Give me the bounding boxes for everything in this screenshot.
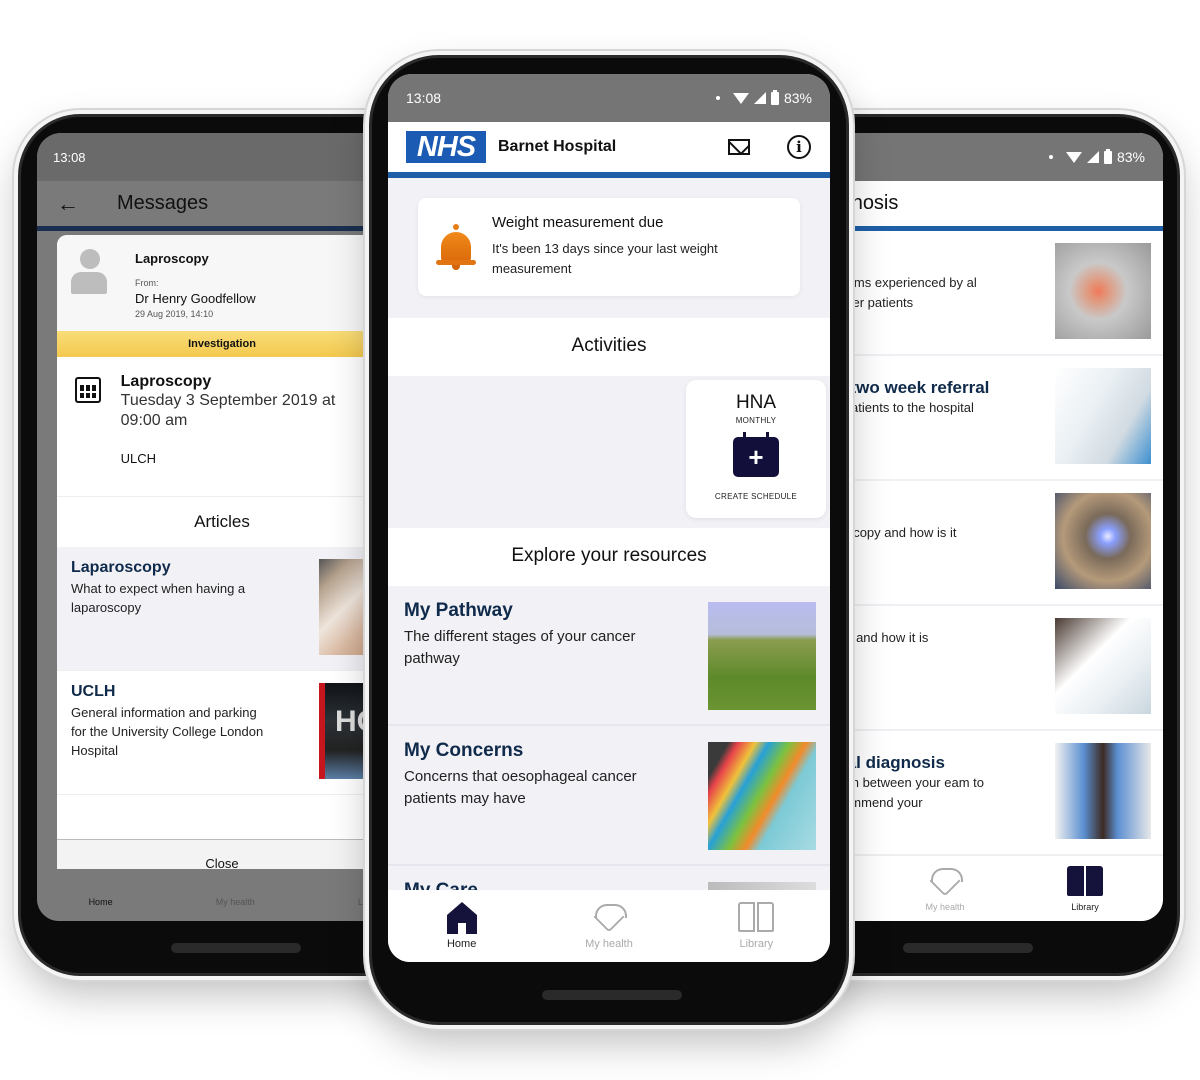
battery-level: 83%: [1116, 149, 1145, 165]
notification-dot-icon: [1048, 155, 1053, 159]
home-indicator: [171, 943, 301, 953]
activities-heading: Activities: [388, 318, 830, 376]
signal-icon: [1086, 151, 1099, 163]
envelope-icon: [728, 139, 750, 155]
resource-item-my-pathway[interactable]: My Pathway The different stages of your …: [388, 586, 830, 726]
reminder-body: It's been 13 days since your last weight…: [492, 241, 718, 276]
item-description: opsy and how it is: [825, 630, 929, 645]
reminder-card[interactable]: Weight measurement due It's been 13 days…: [418, 198, 800, 296]
appointment-location: ULCH: [120, 451, 157, 466]
back-arrow-icon[interactable]: ←: [57, 191, 79, 217]
nav-home[interactable]: Home: [407, 902, 517, 950]
articles-heading: Articles: [194, 512, 250, 531]
status-bar: 13:08 83%: [388, 74, 830, 122]
wifi-icon: [1065, 151, 1082, 163]
nav-my-health[interactable]: My health: [554, 902, 664, 950]
nav-library[interactable]: Library: [1055, 866, 1115, 921]
messages-button[interactable]: [726, 134, 752, 160]
item-description: mptoms experienced by al cancer patients: [825, 275, 977, 310]
status-time: 13:08: [53, 149, 86, 165]
center-phone-device: 13:08 83% NHS Barnet Hospital i Weight m…: [369, 55, 849, 1025]
home-indicator: [903, 943, 1033, 953]
item-title: ns: [825, 253, 995, 273]
bottom-nav: Home My health Library: [388, 890, 830, 962]
home-indicator: [542, 990, 682, 1000]
nhs-logo: NHS: [406, 131, 486, 163]
appointment-datetime: Tuesday 3 September 2019 at 09:00 am: [120, 392, 336, 429]
item-title: rmal diagnosis: [825, 753, 945, 772]
calendar-add-icon: +: [733, 432, 779, 477]
resource-title: My Pathway: [404, 600, 513, 621]
hand-heart-icon: [927, 866, 963, 898]
nav-library[interactable]: Library: [701, 902, 811, 950]
battery-level: 83%: [783, 90, 812, 106]
info-icon: i: [787, 135, 811, 159]
hand-heart-icon: [591, 902, 627, 934]
hospital-name: Barnet Hospital: [498, 138, 617, 155]
wifi-icon: [732, 92, 749, 104]
activity-frequency: MONTHLY: [735, 416, 777, 425]
activities-list: HNA MONTHLY + CREATE SCHEDULE: [388, 376, 830, 528]
item-description: ndoscopy and how is it: [825, 525, 957, 540]
resource-title: My Concerns: [404, 740, 524, 761]
book-icon: [1066, 866, 1104, 898]
resource-description: The different stages of your cancer path…: [404, 628, 636, 667]
message-header: Laproscopy From: Dr Henry Goodfellow 29 …: [57, 235, 387, 331]
create-schedule-button[interactable]: CREATE SCHEDULE: [686, 492, 826, 501]
resources-heading: Explore your resources: [388, 528, 830, 586]
item-thumbnail: [1055, 618, 1151, 714]
status-time: 13:08: [406, 90, 442, 106]
reminder-title: Weight measurement due: [492, 214, 664, 231]
message-date: 29 Aug 2019, 14:10: [135, 309, 214, 319]
battery-icon: [770, 89, 779, 105]
resource-thumbnail: [708, 602, 816, 710]
item-description: g with between your eam to recommend you…: [825, 775, 984, 810]
resource-item-my-concerns[interactable]: My Concerns Concerns that oesophageal ca…: [388, 726, 830, 866]
article-item[interactable]: UCLH General information and parking for…: [57, 671, 387, 795]
page-title: Messages: [117, 192, 209, 214]
resource-description: Concerns that oesophageal cancer patient…: [404, 768, 637, 807]
item-thumbnail: [1055, 493, 1151, 589]
item-thumbnail: [1055, 368, 1151, 464]
from-label: From:: [135, 278, 159, 288]
signal-icon: [753, 92, 766, 104]
book-icon: [737, 902, 775, 934]
article-title: Laparoscopy: [71, 559, 171, 576]
article-item[interactable]: Laparoscopy What to expect when having a…: [57, 547, 387, 671]
bell-icon: [436, 224, 476, 280]
activity-card-hna[interactable]: HNA MONTHLY + CREATE SCHEDULE: [686, 380, 826, 518]
resource-thumbnail: [708, 742, 816, 850]
message-dialog: Laproscopy From: Dr Henry Goodfellow 29 …: [57, 235, 387, 887]
article-title: UCLH: [71, 683, 116, 700]
sender-name: Dr Henry Goodfellow: [135, 291, 256, 306]
nav-home[interactable]: Home: [89, 897, 113, 921]
battery-icon: [1103, 148, 1112, 164]
message-subject: Laproscopy: [135, 251, 209, 266]
category-badge: Investigation: [57, 331, 387, 357]
item-title: nd two week referral: [825, 378, 990, 397]
item-thumbnail: [1055, 743, 1151, 839]
nav-my-health[interactable]: My health: [915, 866, 975, 921]
info-button[interactable]: i: [786, 134, 812, 160]
item-title: py: [825, 503, 995, 523]
calendar-icon: [75, 377, 101, 403]
center-phone-screen: 13:08 83% NHS Barnet Hospital i Weight m…: [388, 74, 830, 962]
appointment-details: Laproscopy Tuesday 3 September 2019 at 0…: [57, 357, 387, 497]
nav-my-health[interactable]: My health: [216, 897, 255, 921]
app-header: NHS Barnet Hospital i: [388, 122, 830, 178]
notification-dot-icon: [715, 96, 720, 100]
item-thumbnail: [1055, 243, 1151, 339]
article-description: General information and parking for the …: [71, 705, 264, 758]
home-icon: [446, 902, 477, 934]
article-description: What to expect when having a laparoscopy: [71, 581, 246, 615]
doctor-avatar-icon: [71, 249, 109, 297]
item-description: fer patients to the hospital: [825, 400, 974, 415]
activity-title: HNA: [735, 392, 777, 413]
appointment-title: Laproscopy: [120, 373, 212, 390]
